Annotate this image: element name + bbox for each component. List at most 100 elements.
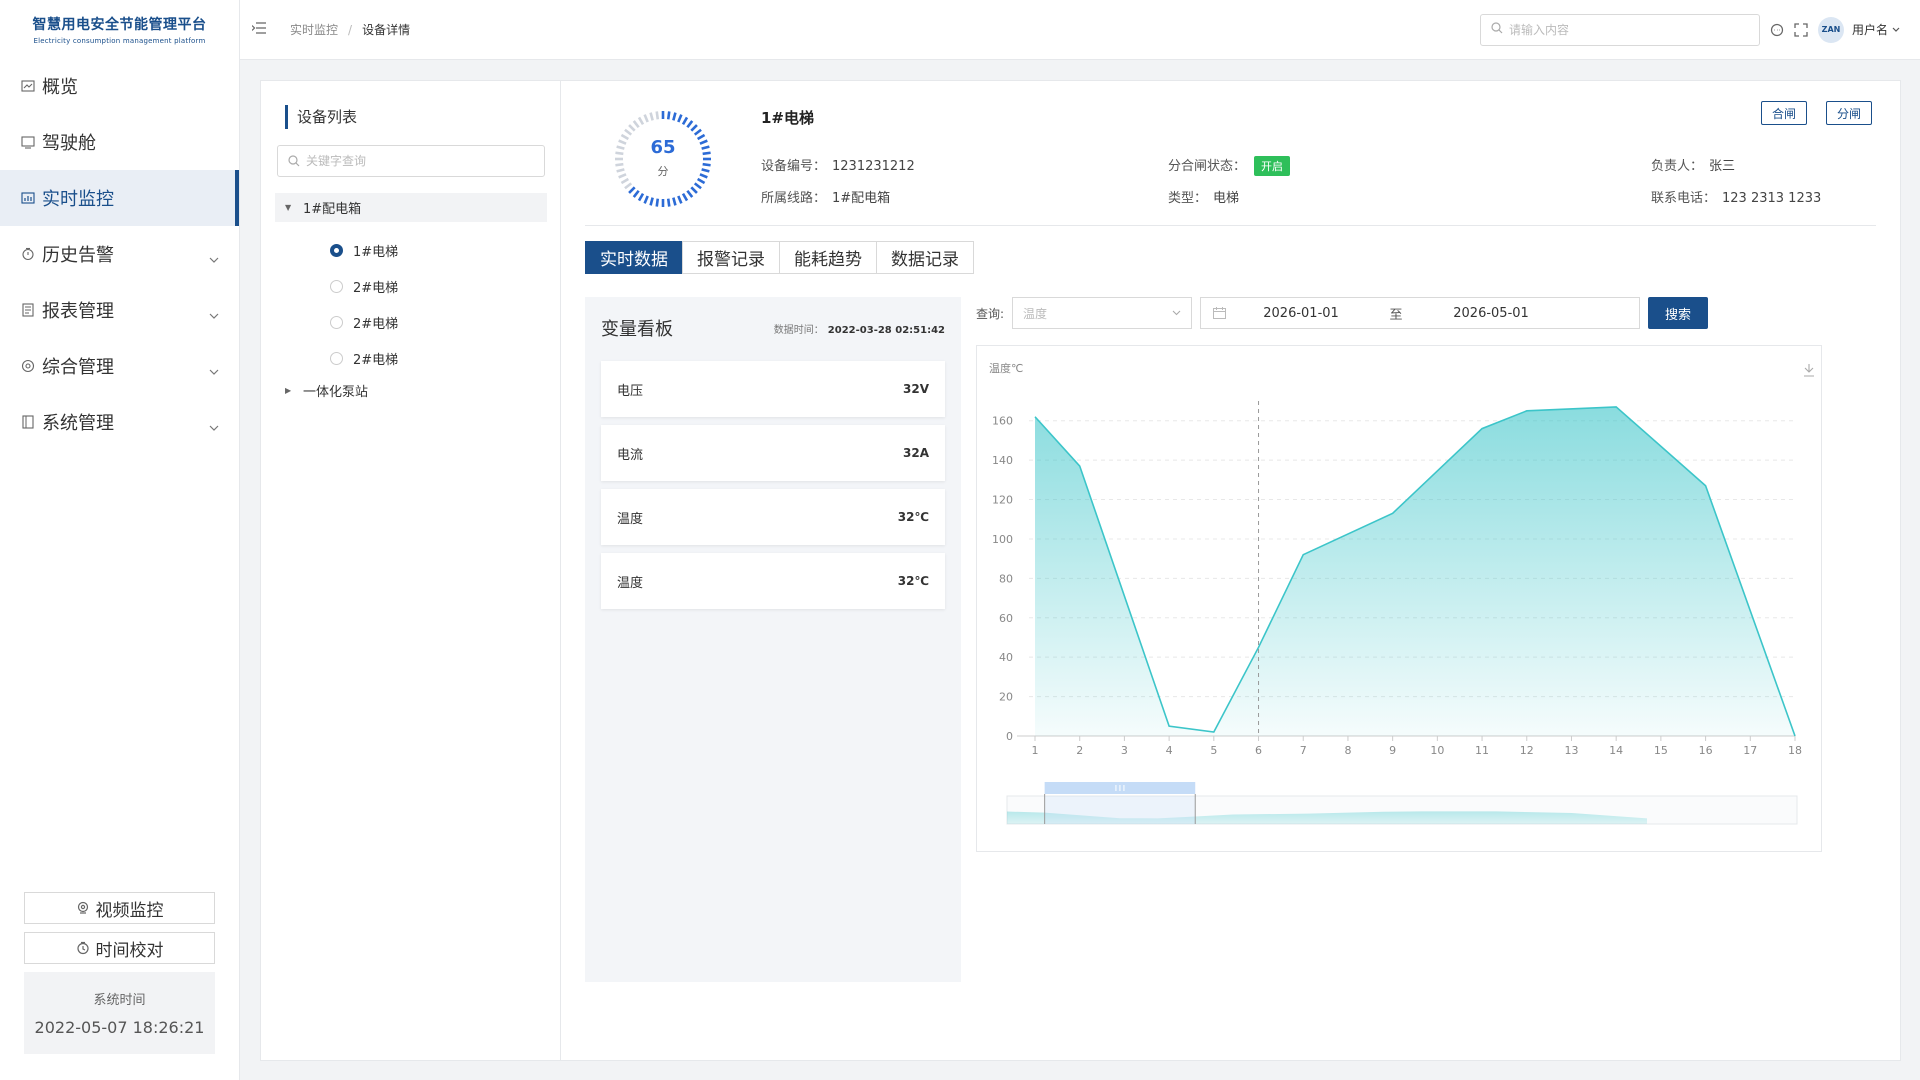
temperature-chart: 温度℃ 0 20 40 60 80 100 120 140 160 1 2 3 4 5 6 7 8 9 10 11 12 1… xyxy=(976,345,1822,852)
sidebar-item-3[interactable]: 历史告警 xyxy=(0,226,239,282)
radio-button[interactable] xyxy=(330,315,343,329)
open-switch-button[interactable]: 分闸 xyxy=(1826,101,1873,125)
tree-leaf[interactable]: 2#电梯 xyxy=(275,340,547,376)
breadcrumb-parent[interactable]: 实时监控 xyxy=(290,21,338,38)
chevron-down-icon xyxy=(1172,310,1181,316)
select-placeholder: 温度 xyxy=(1023,306,1048,321)
chevron-down-icon xyxy=(209,360,221,375)
system-time-value: 2022-05-07 18:26:21 xyxy=(34,1018,205,1037)
avatar[interactable]: ZAN xyxy=(1817,16,1844,43)
breadcrumb-current: 设备详情 xyxy=(362,23,411,37)
sidebar-item-0[interactable]: 概览 xyxy=(0,58,239,114)
gauge-tick xyxy=(620,177,630,185)
x-tick-label: 17 xyxy=(1743,744,1757,757)
device-name: 1#电梯 xyxy=(761,109,815,127)
gauge-tick xyxy=(672,112,677,121)
tree-leaf-label: 2#电梯 xyxy=(353,316,399,332)
device-search-input[interactable] xyxy=(306,154,526,168)
sidebar: 智慧用电安全节能管理平台 Electricity consumption man… xyxy=(0,0,240,1080)
sidebar-item-6[interactable]: 系统管理 xyxy=(0,394,239,450)
sidebar-item-label: 系统管理 xyxy=(42,413,114,434)
tree-leaf[interactable]: 1#电梯 xyxy=(275,232,547,268)
tree-leaf-label: 1#电梯 xyxy=(353,244,399,260)
x-tick-label: 1 xyxy=(1032,744,1039,757)
variable-label: 电压 xyxy=(617,383,644,399)
logo-subtitle: Electricity consumption management platf… xyxy=(33,36,206,45)
chart-canvas: 温度℃0204060801001201401601 2 3 4 5 6 7 8 9 10 11 12 1… xyxy=(989,361,1814,825)
video-monitor-button[interactable]: 视频监控 xyxy=(24,892,215,924)
switch-status: 分合闸状态： 开启 xyxy=(1168,155,1291,176)
user-menu[interactable]: 用户名 xyxy=(1852,21,1900,38)
menu-fold-icon[interactable] xyxy=(252,21,268,38)
time-sync-label: 时间校对 xyxy=(95,940,164,961)
x-tick-label: 16 xyxy=(1699,744,1713,757)
variable-card: 温度 32℃ xyxy=(601,489,945,545)
variable-card: 电压 32V xyxy=(601,361,945,417)
sidebar-item-5[interactable]: 综合管理 xyxy=(0,338,239,394)
main-panel: 设备列表 ▼ 1#配电箱 1#电梯2#电梯2#电梯2#电梯 ▶ 一体化泵站 65… xyxy=(260,80,1901,1061)
global-search-input[interactable] xyxy=(1508,22,1729,37)
gauge-tick xyxy=(666,111,671,120)
sidebar-bottom: 视频监控 时间校对 系统时间 2022-05-07 18:26:21 xyxy=(24,892,215,1054)
tree-group[interactable]: ▶ 一体化泵站 xyxy=(275,376,547,405)
top-header: 实时监控 / 设备详情 ZAN 用户名 xyxy=(240,0,1920,60)
x-tick-label: 13 xyxy=(1564,744,1578,757)
date-range-picker[interactable]: 2026-01-01 至 2026-05-01 xyxy=(1200,297,1641,329)
chevron-down-icon xyxy=(209,304,221,319)
close-switch-button[interactable]: 合闸 xyxy=(1761,101,1808,125)
search-button[interactable]: 搜索 xyxy=(1648,297,1709,329)
device-type: 类型： 电梯 xyxy=(1168,187,1239,206)
variable-value: 32V xyxy=(903,382,929,396)
radio-button[interactable] xyxy=(330,351,343,365)
variable-select[interactable]: 温度 xyxy=(1012,297,1193,329)
date-end[interactable]: 2026-05-01 xyxy=(1416,306,1566,321)
sidebar-item-2[interactable]: 实时监控 xyxy=(0,170,239,226)
time-sync-button[interactable]: 时间校对 xyxy=(24,932,215,964)
tree-leaf[interactable]: 2#电梯 xyxy=(275,304,547,340)
sidebar-item-label: 报表管理 xyxy=(42,301,114,322)
y-tick-label: 160 xyxy=(992,415,1013,428)
radio-button[interactable] xyxy=(330,279,343,293)
tab-energy-trend[interactable]: 能耗趋势 xyxy=(779,241,877,274)
system-time-label: 系统时间 xyxy=(93,993,146,1008)
chevron-down-icon xyxy=(209,416,221,431)
sidebar-item-label: 综合管理 xyxy=(42,357,114,378)
device-code: 设备编号： 1231231212 xyxy=(761,155,915,174)
tree-leaf[interactable]: 2#电梯 xyxy=(275,268,547,304)
tab-realtime[interactable]: 实时数据 xyxy=(585,241,683,274)
y-tick-label: 140 xyxy=(992,454,1013,467)
gauge-tick xyxy=(637,192,645,202)
gauge-tick xyxy=(628,186,636,194)
device-type-value: 电梯 xyxy=(1213,191,1240,206)
tree-group-label: 一体化泵站 xyxy=(303,385,369,400)
sidebar-item-1[interactable]: 驾驶舱 xyxy=(0,114,239,170)
device-owner-value: 张三 xyxy=(1709,159,1736,174)
x-tick-label: 15 xyxy=(1654,744,1668,757)
global-search[interactable] xyxy=(1479,13,1760,46)
x-tick-label: 11 xyxy=(1475,744,1489,757)
device-search[interactable] xyxy=(277,145,545,177)
overview-icon xyxy=(20,78,36,94)
gauge-tick xyxy=(643,195,649,204)
tree-group[interactable]: ▼ 1#配电箱 xyxy=(275,193,547,222)
camera-icon xyxy=(76,901,90,915)
radio-button[interactable] xyxy=(330,243,343,257)
gauge-tick xyxy=(628,124,636,132)
device-phone-value: 123 2313 1233 xyxy=(1722,191,1822,206)
fullscreen-icon[interactable] xyxy=(1794,22,1808,37)
search-icon xyxy=(288,152,300,171)
tab-data-records[interactable]: 数据记录 xyxy=(876,241,974,274)
variable-value: 32℃ xyxy=(897,574,929,588)
message-icon[interactable] xyxy=(1770,23,1784,37)
gauge-score: 65 xyxy=(650,137,676,158)
tree-leaf-label: 2#电梯 xyxy=(353,352,399,368)
sidebar-item-4[interactable]: 报表管理 xyxy=(0,282,239,338)
gauge-tick xyxy=(637,116,645,126)
alarm-icon xyxy=(20,246,36,262)
sidebar-item-label: 驾驶舱 xyxy=(42,133,96,154)
tab-alarm-records[interactable]: 报警记录 xyxy=(682,241,780,274)
video-monitor-label: 视频监控 xyxy=(95,900,164,921)
date-start[interactable]: 2026-01-01 xyxy=(1226,306,1376,321)
caret-down-icon: ▼ xyxy=(285,203,292,212)
y-tick-label: 100 xyxy=(992,533,1013,546)
